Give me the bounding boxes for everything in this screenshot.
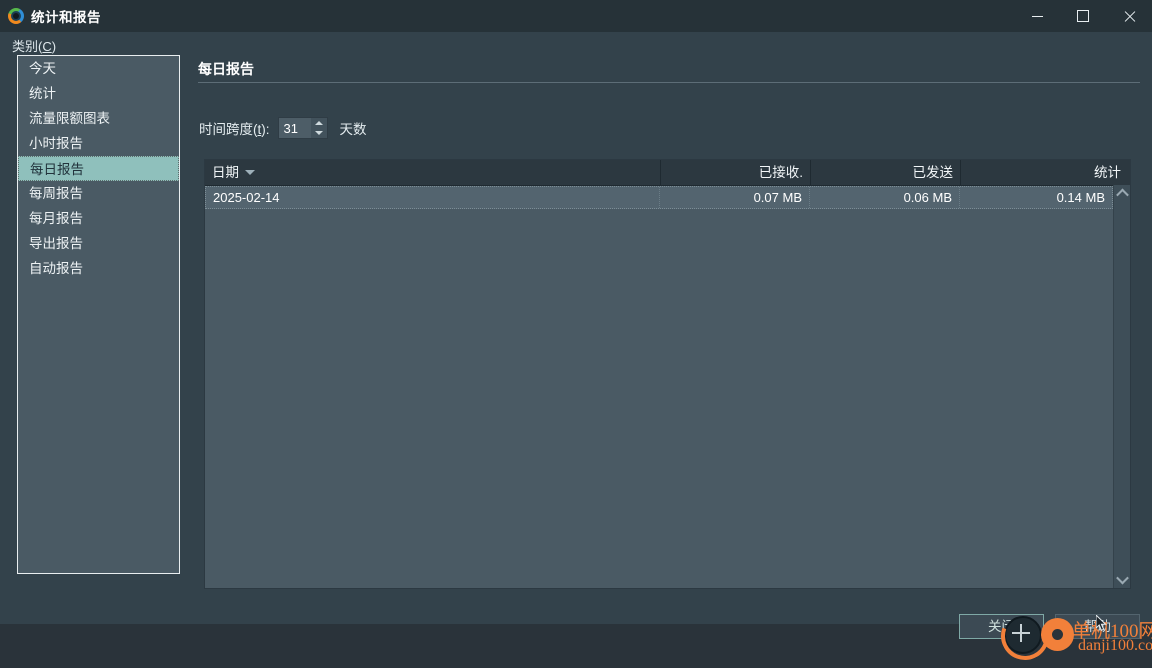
column-header-date-label: 日期 — [212, 165, 239, 180]
sidebar-item-weekly[interactable]: 每周报告 — [18, 181, 179, 206]
column-header-date[interactable]: 日期 — [205, 160, 661, 185]
minimize-icon — [1031, 15, 1043, 17]
timespan-value[interactable]: 31 — [279, 121, 311, 136]
table-body: 2025-02-14 0.07 MB 0.06 MB 0.14 MB — [205, 186, 1130, 589]
report-table: 日期 已接收. 已发送 统计 2025-02-14 0.07 MB 0.06 M… — [204, 159, 1131, 589]
column-header-received[interactable]: 已接收. — [661, 160, 811, 185]
sidebar-item-auto[interactable]: 自动报告 — [18, 256, 179, 281]
help-button[interactable]: 帮助 — [1055, 614, 1140, 639]
page-title: 每日报告 — [198, 61, 254, 77]
column-header-sent[interactable]: 已发送 — [811, 160, 961, 185]
chevron-down-icon[interactable] — [314, 131, 323, 135]
sidebar-item-statistics[interactable]: 统计 — [18, 81, 179, 106]
category-label-text: 类别( — [12, 39, 43, 54]
sidebar-item-monthly[interactable]: 每月报告 — [18, 206, 179, 231]
app-eye-icon — [8, 8, 24, 24]
main-panel: 每日报告 时间跨度(t): 31 天数 日期 已接收. 已发送 统计 2025-… — [190, 55, 1142, 589]
sort-descending-icon — [245, 170, 255, 175]
minimize-button[interactable] — [1014, 0, 1060, 32]
column-header-total[interactable]: 统计 — [961, 160, 1128, 185]
category-list[interactable]: 今天 统计 流量限额图表 小时报告 每日报告 每周报告 每月报告 导出报告 自动… — [17, 55, 180, 574]
table-row[interactable]: 2025-02-14 0.07 MB 0.06 MB 0.14 MB — [205, 186, 1113, 209]
timespan-label-suffix: ): — [261, 122, 270, 137]
sidebar-item-export[interactable]: 导出报告 — [18, 231, 179, 256]
title-bar: 统计和报告 — [0, 0, 1152, 32]
timespan-unit-label: 天数 — [339, 122, 367, 137]
sidebar-item-today[interactable]: 今天 — [18, 56, 179, 81]
timespan-stepper-arrows[interactable] — [310, 118, 327, 138]
scroll-down-button[interactable] — [1114, 571, 1131, 588]
sidebar-item-daily[interactable]: 每日报告 — [18, 156, 179, 181]
sidebar-item-hourly[interactable]: 小时报告 — [18, 131, 179, 156]
maximize-button[interactable] — [1060, 0, 1106, 32]
category-label: 类别(C) — [12, 36, 56, 55]
cell-total: 0.14 MB — [1056, 190, 1105, 205]
title-divider — [198, 82, 1140, 83]
table-header-row: 日期 已接收. 已发送 统计 — [205, 160, 1130, 186]
timespan-control-row: 时间跨度(t): 31 天数 — [199, 117, 367, 139]
chevron-up-icon[interactable] — [314, 121, 323, 125]
scroll-down-icon — [1116, 571, 1129, 585]
close-dialog-button[interactable]: 关闭 — [959, 614, 1044, 639]
cell-received: 0.07 MB — [660, 187, 810, 208]
category-label-suffix: ) — [51, 39, 57, 54]
maximize-icon — [1077, 10, 1089, 22]
close-button[interactable] — [1106, 0, 1152, 32]
window-title: 统计和报告 — [31, 10, 101, 25]
watermark-site-url: danji100.com — [1078, 637, 1152, 654]
scroll-up-icon — [1116, 188, 1129, 202]
timespan-stepper[interactable]: 31 — [277, 117, 328, 139]
dialog-body: 类别(C) 今天 统计 流量限额图表 小时报告 每日报告 每周报告 每月报告 导… — [0, 32, 1152, 668]
category-label-accel: C — [42, 39, 52, 54]
close-icon — [1123, 10, 1136, 23]
sidebar-item-quota-chart[interactable]: 流量限额图表 — [18, 106, 179, 131]
window-controls — [1014, 0, 1152, 32]
scroll-up-button[interactable] — [1114, 185, 1131, 202]
vertical-scrollbar[interactable] — [1113, 185, 1130, 588]
timespan-label-text: 时间跨度( — [199, 122, 258, 137]
timespan-label: 时间跨度(t): — [199, 118, 270, 138]
cell-sent: 0.06 MB — [810, 187, 960, 208]
cell-date: 2025-02-14 — [206, 187, 660, 208]
